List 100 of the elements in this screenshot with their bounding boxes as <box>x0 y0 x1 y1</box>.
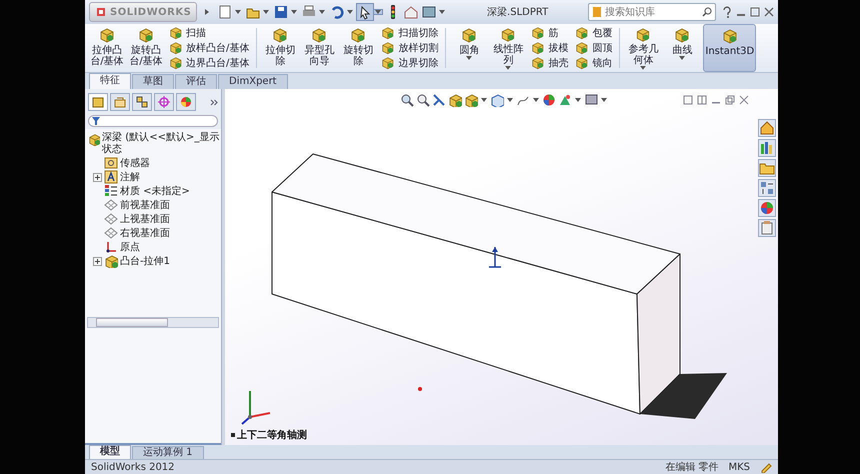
units-indicator[interactable]: MKS <box>728 462 750 472</box>
zoom-icon[interactable] <box>400 93 414 107</box>
ribbon-button[interactable]: 旋转凸台/基体 <box>128 24 164 72</box>
pencil-icon[interactable] <box>760 461 772 473</box>
caret-icon[interactable] <box>438 10 446 14</box>
tree-item[interactable]: 凸台-拉伸1 <box>120 254 170 268</box>
scrollbar[interactable] <box>87 317 219 328</box>
tree-item[interactable]: 材质 <未指定> <box>120 184 190 198</box>
expand-toggle-icon[interactable] <box>93 172 102 182</box>
ribbon-button[interactable]: 筋 <box>531 25 568 40</box>
ribbon-button[interactable]: 拉伸凸台/基体 <box>89 24 125 72</box>
cube-icon <box>500 27 516 42</box>
expand-toggle-icon[interactable] <box>93 256 102 266</box>
clipboard-icon[interactable] <box>759 220 775 236</box>
ribbon-button[interactable]: Instant3D <box>703 24 756 72</box>
caret-icon[interactable] <box>346 10 354 14</box>
chevron-icon[interactable] <box>210 98 218 106</box>
tab[interactable]: 模型 <box>89 445 131 459</box>
feature-tree-icon[interactable] <box>91 95 105 109</box>
caret-icon[interactable] <box>374 10 382 14</box>
picture-icon[interactable] <box>421 4 438 20</box>
monitor-icon[interactable] <box>584 93 598 107</box>
caret-icon[interactable] <box>533 98 539 102</box>
tab[interactable]: 特征 <box>89 73 131 89</box>
ribbon-button[interactable]: 边界凸台/基体 <box>169 56 250 71</box>
zoom-icon[interactable] <box>416 93 430 107</box>
save-icon[interactable] <box>273 4 290 20</box>
crosshair-icon[interactable] <box>157 95 171 109</box>
ribbon-button[interactable]: 拔模 <box>531 40 568 56</box>
caret-icon[interactable] <box>505 66 512 70</box>
close-icon[interactable] <box>764 7 774 17</box>
tree-item[interactable]: 上视基准面 <box>120 212 170 226</box>
tree-item[interactable]: 深梁 (默认<<默认>_显示状态 <box>102 132 221 156</box>
caret-icon[interactable] <box>466 56 472 60</box>
tile-icon[interactable] <box>697 95 707 105</box>
caret-icon[interactable] <box>679 56 686 60</box>
plane-icon <box>104 226 118 240</box>
tab[interactable]: 草图 <box>132 74 174 89</box>
tree-item[interactable]: 传感器 <box>120 156 150 170</box>
caret-icon[interactable] <box>481 98 487 102</box>
ribbon-button[interactable]: 拉伸切除 <box>262 24 298 72</box>
ribbon-button[interactable]: 圆顶 <box>575 40 612 56</box>
ribbon-button[interactable]: 抽壳 <box>531 56 568 71</box>
scene-icon[interactable] <box>558 93 572 107</box>
search-icon[interactable] <box>702 7 712 17</box>
grid-icon[interactable] <box>759 180 775 196</box>
ribbon-button[interactable]: 扫描 <box>169 25 250 40</box>
ribbon-button[interactable]: 参考几何体 <box>625 24 662 72</box>
tab[interactable]: DimXpert <box>218 74 288 89</box>
color-wheel-icon[interactable] <box>759 200 775 216</box>
ribbon-button[interactable]: 旋转切除 <box>340 24 376 72</box>
cube-icon[interactable] <box>464 93 478 107</box>
caret-icon[interactable] <box>290 10 298 14</box>
cube-icon <box>635 27 652 42</box>
books-icon[interactable] <box>759 140 775 156</box>
window-title: 深梁.SLDPRT <box>486 6 550 19</box>
ribbon-button[interactable]: 放样凸台/基体 <box>169 40 250 56</box>
tree-item[interactable]: 原点 <box>120 240 140 254</box>
property-icon[interactable] <box>113 95 127 109</box>
caret-icon[interactable] <box>575 98 581 102</box>
ribbon-button[interactable]: 包覆 <box>575 25 612 40</box>
house-icon[interactable] <box>759 120 775 136</box>
cube-icon[interactable] <box>490 93 504 107</box>
color-wheel-icon[interactable] <box>179 95 193 109</box>
ribbon-button[interactable]: 圆角 <box>451 24 488 72</box>
pointer-icon[interactable] <box>357 4 374 20</box>
view-orientation-label: 上下二等角轴测 <box>237 428 307 442</box>
ribbon-button[interactable]: 线性阵列 <box>490 24 526 72</box>
close-icon[interactable] <box>739 95 749 105</box>
house-icon[interactable] <box>403 4 420 20</box>
tile-icon[interactable] <box>683 95 693 105</box>
tab[interactable]: 运动算例 1 <box>132 446 204 459</box>
tab[interactable]: 评估 <box>175 74 217 89</box>
filter-field[interactable] <box>88 115 218 127</box>
arrow-icon[interactable] <box>432 93 446 107</box>
tree-item[interactable]: 注解 <box>120 170 140 184</box>
caret-icon[interactable] <box>507 98 513 102</box>
ribbon-button[interactable]: 放样切割 <box>381 40 438 56</box>
maximize-icon[interactable] <box>750 7 760 17</box>
configuration-icon[interactable] <box>135 95 149 109</box>
ribbon-button[interactable]: 曲线 <box>664 24 700 72</box>
sphere-icon[interactable] <box>542 93 556 107</box>
caret-icon[interactable] <box>234 10 242 14</box>
new-document-icon[interactable] <box>217 4 234 20</box>
cube-icon[interactable] <box>448 93 462 107</box>
help-icon[interactable] <box>722 6 732 18</box>
tree-item[interactable]: 右视基准面 <box>120 226 170 240</box>
ribbon-button[interactable]: 边界切除 <box>381 56 438 71</box>
ribbon-button[interactable]: 镜向 <box>575 56 612 71</box>
undo-icon[interactable] <box>329 4 346 20</box>
tree-item[interactable]: 前视基准面 <box>120 198 170 212</box>
search-field[interactable]: 搜索知识库 <box>588 3 716 21</box>
caret-icon[interactable] <box>262 10 270 14</box>
caret-icon[interactable] <box>204 9 210 15</box>
caret-icon[interactable] <box>640 66 646 70</box>
ribbon-button[interactable]: 异型孔向导 <box>301 24 338 72</box>
caret-icon[interactable] <box>318 10 326 14</box>
caret-icon[interactable] <box>601 98 607 102</box>
restore-icon[interactable] <box>725 95 735 105</box>
ribbon-button[interactable]: 扫描切除 <box>381 25 438 40</box>
